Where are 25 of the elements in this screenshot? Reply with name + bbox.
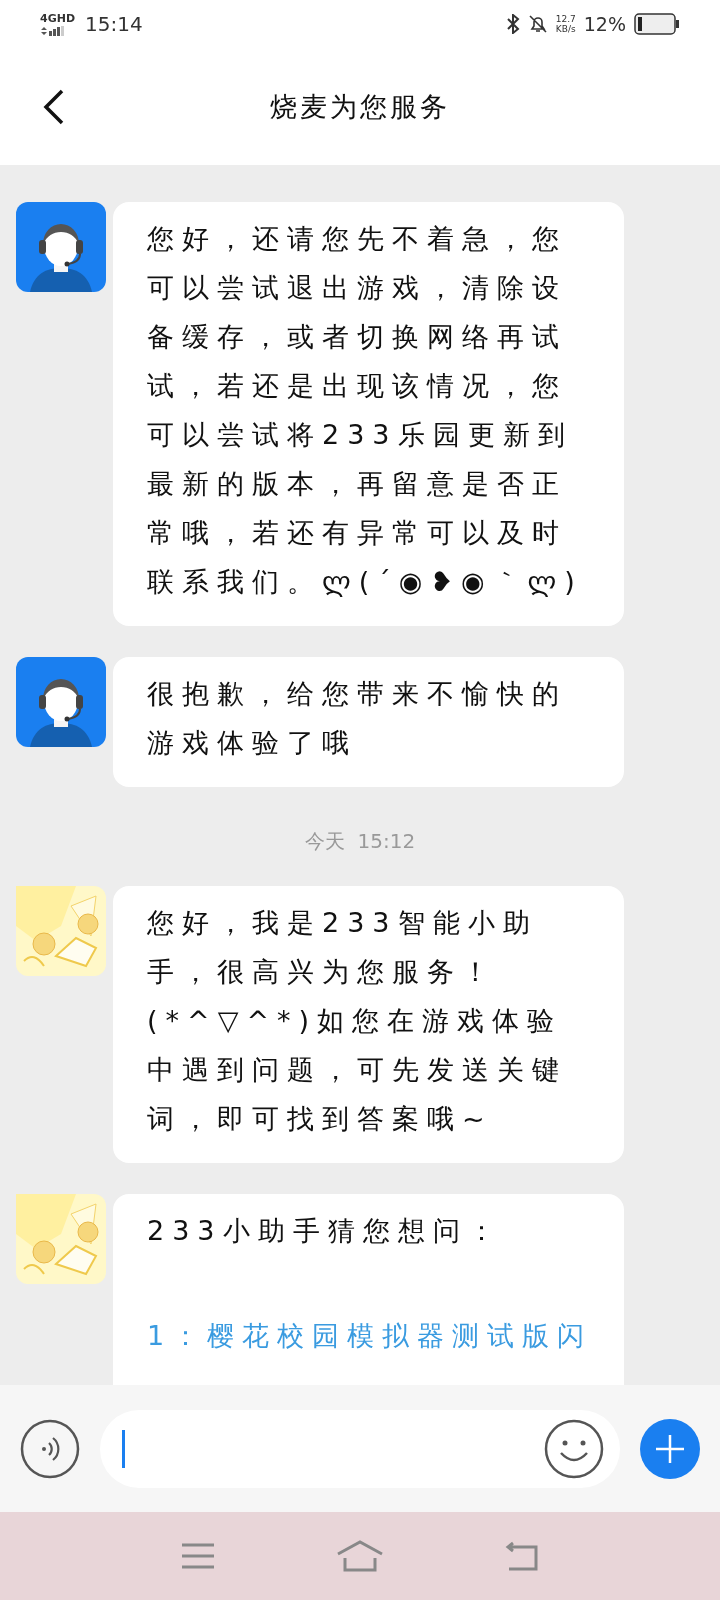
avatar-icon <box>16 1194 106 1284</box>
menu-icon[interactable] <box>180 1543 215 1569</box>
message-text: 您好，还请您先不着急，您可以尝试退出游戏，清除设备缓存，或者切换网络再试试，若还是出现该情况，您可以尝试将233乐园更新到最新的版本，再留意是否正常哦，若还有异常可以及时联系我们。ლ(´◉❥◉｀ლ) <box>147 222 584 599</box>
add-icon[interactable] <box>640 1418 700 1479</box>
bluetooth-icon <box>505 14 520 34</box>
clock: 15:14 <box>85 12 143 36</box>
message-text: 233小助手猜您想问： <box>147 1214 504 1248</box>
emoji-icon[interactable] <box>544 1418 604 1479</box>
speed-unit: KB/s <box>555 24 576 34</box>
avatar-icon <box>16 886 106 976</box>
network-type: 4GHD <box>40 12 76 25</box>
chat-title: 烧麦为您服务 <box>270 89 450 124</box>
signal-icon <box>40 25 64 36</box>
speed-value: 12.7 <box>555 14 576 24</box>
bell-off-icon <box>527 14 548 34</box>
battery-percent: 12% <box>583 13 626 35</box>
battery-icon <box>634 13 680 35</box>
voice-icon[interactable] <box>20 1418 80 1479</box>
home-icon[interactable] <box>336 1540 384 1572</box>
suggestion-link[interactable]: 1：樱花校园模拟器测试版闪 <box>147 1311 594 1360</box>
avatar-icon <box>16 202 106 292</box>
message-text: 您好，我是233智能小助手，很高兴为您服务！(*^▽^*)如您在游戏体验中遇到问题，可先发送关键词，即可找到答案哦~ <box>147 906 568 1136</box>
avatar-icon <box>16 657 106 747</box>
timestamp: 今天 15:12 <box>304 829 416 853</box>
message-text: 很抱歉，给您带来不愉快的游戏体验了哦 <box>147 677 568 760</box>
